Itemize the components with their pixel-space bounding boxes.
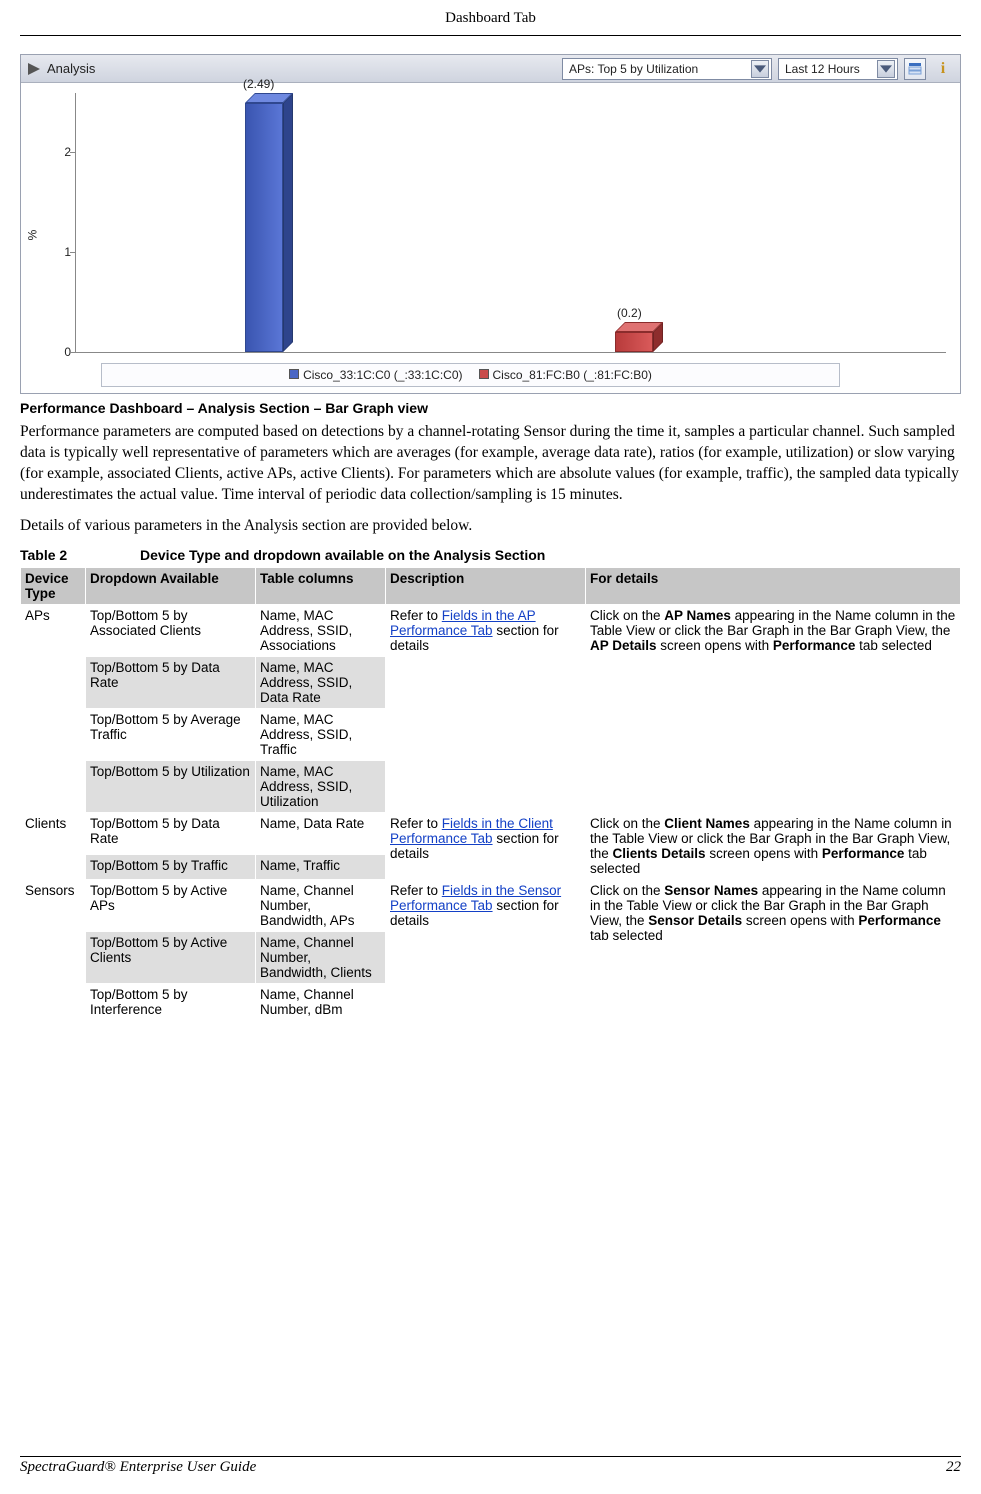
legend-item-1: Cisco_81:FC:B0 (_:81:FC:B0) [479, 368, 652, 382]
table-row: SensorsTop/Bottom 5 by Active APsName, C… [21, 879, 961, 931]
y-axis-label: % [25, 230, 39, 241]
y-ticks: 0 1 2 [47, 93, 71, 353]
cell-device-type: APs [21, 604, 86, 812]
paragraph-1: Performance parameters are computed base… [20, 422, 961, 506]
bar-series-1[interactable] [615, 332, 663, 352]
cell-description: Refer to Fields in the Client Performanc… [386, 812, 586, 879]
table-caption: Table 2Device Type and dropdown availabl… [20, 547, 961, 563]
chevron-down-icon[interactable] [877, 60, 895, 78]
chart-legend: Cisco_33:1C:C0 (_:33:1C:C0) Cisco_81:FC:… [101, 363, 840, 387]
cell-dropdown: Top/Bottom 5 by Data Rate [86, 656, 256, 708]
analysis-panel: Analysis APs: Top 5 by Utilization Last … [20, 54, 961, 394]
y-tick-2: 2 [47, 145, 71, 159]
cell-details: Click on the Sensor Names appearing in t… [586, 879, 961, 1020]
metric-dropdown[interactable]: APs: Top 5 by Utilization [562, 58, 772, 80]
cell-columns: Name, Data Rate [256, 812, 386, 854]
time-dropdown-value: Last 12 Hours [785, 62, 873, 76]
cell-dropdown: Top/Bottom 5 by Active APs [86, 879, 256, 931]
table-row: ClientsTop/Bottom 5 by Data RateName, Da… [21, 812, 961, 854]
chevron-down-icon[interactable] [751, 60, 769, 78]
page-footer: SpectraGuard® Enterprise User Guide 22 [20, 1456, 961, 1476]
cell-columns: Name, MAC Address, SSID, Associations [256, 604, 386, 656]
th-description: Description [386, 567, 586, 604]
cell-columns: Name, MAC Address, SSID, Utilization [256, 760, 386, 812]
collapse-toggle-icon[interactable] [27, 62, 41, 76]
y-axis [75, 93, 76, 353]
legend-item-0: Cisco_33:1C:C0 (_:33:1C:C0) [289, 368, 462, 382]
th-columns: Table columns [256, 567, 386, 604]
footer-guide: SpectraGuard® Enterprise User Guide [20, 1459, 256, 1476]
x-axis [75, 352, 946, 353]
cell-columns: Name, Channel Number, dBm [256, 983, 386, 1020]
analysis-toolbar: Analysis APs: Top 5 by Utilization Last … [21, 55, 960, 83]
cell-columns: Name, MAC Address, SSID, Traffic [256, 708, 386, 760]
table-header-row: Device Type Dropdown Available Table col… [21, 567, 961, 604]
cell-dropdown: Top/Bottom 5 by Utilization [86, 760, 256, 812]
description-link[interactable]: Fields in the AP Performance Tab [390, 608, 536, 638]
y-tick-0: 0 [47, 345, 71, 359]
th-device-type: Device Type [21, 567, 86, 604]
cell-dropdown: Top/Bottom 5 by Interference [86, 983, 256, 1020]
description-link[interactable]: Fields in the Sensor Performance Tab [390, 883, 561, 913]
cell-columns: Name, Channel Number, Bandwidth, Clients [256, 931, 386, 983]
th-dropdown: Dropdown Available [86, 567, 256, 604]
bar-value-0: (2.49) [243, 77, 274, 91]
figure-caption: Performance Dashboard – Analysis Section… [20, 400, 961, 416]
description-link[interactable]: Fields in the Client Performance Tab [390, 816, 553, 846]
cell-dropdown: Top/Bottom 5 by Average Traffic [86, 708, 256, 760]
info-icon[interactable]: i [932, 58, 954, 80]
plot-area: (2.49) (0.2) [75, 93, 946, 353]
footer-page-number: 22 [946, 1459, 961, 1476]
cell-dropdown: Top/Bottom 5 by Data Rate [86, 812, 256, 854]
y-tick-1: 1 [47, 245, 71, 259]
cell-dropdown: Top/Bottom 5 by Traffic [86, 854, 256, 879]
cell-details: Click on the Client Names appearing in t… [586, 812, 961, 879]
legend-swatch-blue [289, 369, 299, 379]
cell-device-type: Clients [21, 812, 86, 879]
table-view-icon[interactable] [904, 58, 926, 80]
bar-value-1: (0.2) [617, 306, 642, 320]
header-rule [20, 35, 961, 36]
cell-columns: Name, Traffic [256, 854, 386, 879]
table-row: APsTop/Bottom 5 by Associated ClientsNam… [21, 604, 961, 656]
cell-details: Click on the AP Names appearing in the N… [586, 604, 961, 812]
panel-title: Analysis [47, 61, 95, 76]
cell-description: Refer to Fields in the Sensor Performanc… [386, 879, 586, 1020]
analysis-table: Device Type Dropdown Available Table col… [20, 567, 961, 1021]
bar-series-0[interactable] [245, 103, 293, 352]
bar-chart: % 0 1 2 (2.49) (0.2) [21, 83, 960, 393]
page-header: Dashboard Tab [20, 10, 961, 27]
metric-dropdown-value: APs: Top 5 by Utilization [569, 62, 747, 76]
cell-dropdown: Top/Bottom 5 by Active Clients [86, 931, 256, 983]
paragraph-2: Details of various parameters in the Ana… [20, 516, 961, 537]
cell-columns: Name, Channel Number, Bandwidth, APs [256, 879, 386, 931]
th-details: For details [586, 567, 961, 604]
cell-device-type: Sensors [21, 879, 86, 1020]
cell-description: Refer to Fields in the AP Performance Ta… [386, 604, 586, 812]
time-dropdown[interactable]: Last 12 Hours [778, 58, 898, 80]
cell-columns: Name, MAC Address, SSID, Data Rate [256, 656, 386, 708]
legend-swatch-red [479, 369, 489, 379]
cell-dropdown: Top/Bottom 5 by Associated Clients [86, 604, 256, 656]
